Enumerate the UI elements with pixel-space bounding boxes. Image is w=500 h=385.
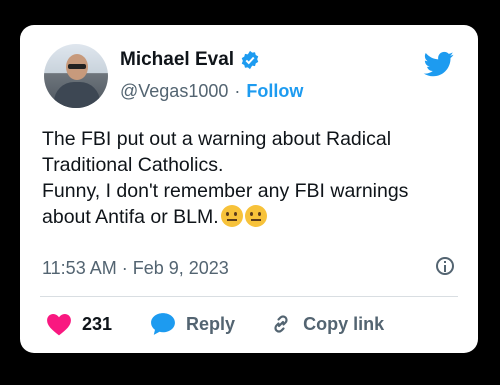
tweet-line-2: Traditional Catholics.: [42, 154, 224, 176]
action-bar: 231 Reply Copy link: [46, 312, 384, 336]
reply-button[interactable]: Reply: [150, 312, 235, 336]
face-with-raised-eyebrow-emoji: [244, 205, 267, 227]
tweet-timestamp[interactable]: 11:53 AM · Feb 9, 2023: [42, 258, 229, 279]
handle-row: @Vegas1000 · Follow: [120, 81, 303, 102]
like-button[interactable]: 231: [46, 312, 112, 336]
avatar[interactable]: [44, 44, 108, 108]
tweet-line-3: Funny, I don't remember any FBI warnings: [42, 180, 409, 202]
twitter-bird-icon[interactable]: [422, 49, 456, 79]
tweet-line-4: about Antifa or BLM.: [42, 204, 462, 230]
tweet-line-1: The FBI put out a warning about Radical: [42, 128, 392, 150]
like-count: 231: [82, 313, 113, 334]
heart-icon: [47, 314, 71, 336]
tweet-text: The FBI put out a warning about Radical …: [42, 126, 462, 230]
copy-link-button[interactable]: Copy link: [269, 312, 384, 336]
name-row: Michael Eval: [120, 49, 260, 71]
verified-badge-icon: [241, 50, 259, 70]
follow-button[interactable]: Follow: [246, 81, 303, 102]
copy-link-label: Copy link: [303, 313, 385, 334]
reply-bubble-icon: [151, 313, 175, 335]
info-icon[interactable]: [436, 257, 454, 275]
tweet-line-4-text: about Antifa or BLM.: [42, 206, 219, 228]
divider: [40, 296, 458, 297]
user-handle[interactable]: @Vegas1000: [120, 81, 228, 102]
thinking-face-emoji: [220, 205, 243, 227]
separator-dot: ·: [234, 81, 241, 101]
link-icon: [274, 315, 288, 333]
reply-label: Reply: [186, 313, 236, 334]
tweet-card: Michael Eval @Vegas1000 · Follow The FBI…: [20, 25, 478, 353]
display-name[interactable]: Michael Eval: [120, 49, 234, 71]
